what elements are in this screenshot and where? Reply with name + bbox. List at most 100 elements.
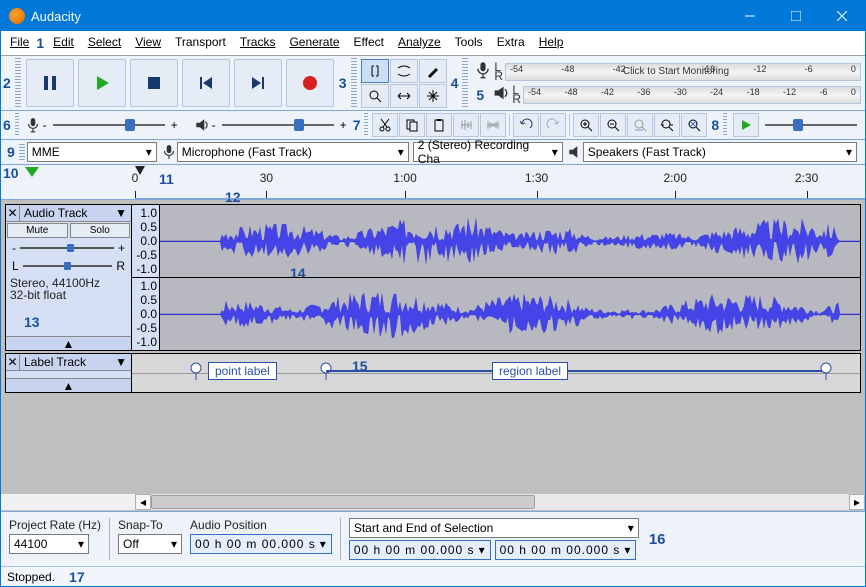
recording-meter[interactable]: -54 -48 -42 -18 -12 -6 0 Click to Start …: [505, 63, 861, 81]
toolbar-grip[interactable]: [723, 113, 727, 137]
zoom-tool[interactable]: [361, 84, 389, 108]
menu-transport[interactable]: Transport: [168, 33, 233, 53]
undo-button[interactable]: [513, 113, 539, 137]
menu-tools[interactable]: Tools: [448, 33, 490, 53]
trim-button[interactable]: [453, 113, 479, 137]
playback-speed-slider[interactable]: [761, 116, 861, 134]
draw-tool[interactable]: [419, 59, 447, 83]
pan-slider[interactable]: [21, 261, 115, 271]
track-close-button[interactable]: ✕: [6, 205, 20, 221]
zoom-out-button[interactable]: [600, 113, 626, 137]
menu-generate[interactable]: Generate: [282, 33, 346, 53]
zoom-selection-button[interactable]: [627, 113, 653, 137]
menu-effect[interactable]: Effect: [347, 33, 391, 53]
record-button[interactable]: [286, 59, 334, 107]
zoom-in-button[interactable]: [573, 113, 599, 137]
menu-tracks[interactable]: Tracks: [233, 33, 283, 53]
audio-position-label: Audio Position: [190, 518, 332, 532]
vertical-scale[interactable]: 1.0 0.5 0.0 -0.5 -1.0: [132, 205, 160, 277]
menu-help[interactable]: Help: [532, 33, 571, 53]
mute-button[interactable]: Mute: [7, 223, 68, 238]
snap-to-combo[interactable]: Off▾: [118, 534, 182, 554]
meter-r-label: R: [494, 72, 503, 81]
pause-button[interactable]: [26, 59, 74, 107]
scrollbar-thumb[interactable]: [151, 495, 535, 509]
recording-channels-combo[interactable]: 2 (Stereo) Recording Cha▾: [413, 142, 563, 162]
selection-mode-combo[interactable]: Start and End of Selection▾: [349, 518, 639, 538]
menu-analyze[interactable]: Analyze: [391, 33, 448, 53]
play-at-speed-toolbar: [729, 111, 865, 139]
recording-device-combo[interactable]: Microphone (Fast Track)▾: [177, 142, 409, 162]
track-menu-button[interactable]: Audio Track▼: [20, 205, 131, 221]
selection-start-field[interactable]: 00 h 00 m 00.000 s▾: [349, 540, 491, 560]
project-rate-combo[interactable]: 44100▾: [9, 534, 89, 554]
audio-track: ✕ Audio Track▼ Mute Solo -+ LR Stereo, 4…: [5, 204, 861, 351]
selection-tool[interactable]: [361, 59, 389, 83]
annotation-9: 9: [5, 144, 17, 160]
redo-button[interactable]: [540, 113, 566, 137]
region-label[interactable]: region label: [492, 362, 568, 380]
point-label[interactable]: point label: [208, 362, 277, 380]
pinned-play-head-icon[interactable]: [25, 167, 39, 177]
scroll-left-button[interactable]: ◂: [135, 494, 151, 510]
menu-edit[interactable]: Edit: [46, 33, 81, 53]
cut-button[interactable]: [372, 113, 398, 137]
annotation-1: 1: [36, 33, 46, 53]
maximize-button[interactable]: [773, 1, 819, 31]
play-button[interactable]: [78, 59, 126, 107]
skip-end-button[interactable]: [234, 59, 282, 107]
stop-button[interactable]: [130, 59, 178, 107]
selection-end-field[interactable]: 00 h 00 m 00.000 s▾: [495, 540, 637, 560]
label-track-body[interactable]: point label 15 region label: [132, 354, 860, 392]
timeshift-tool[interactable]: [390, 84, 418, 108]
track-close-button[interactable]: ✕: [6, 354, 20, 370]
multi-tool[interactable]: [419, 84, 447, 108]
solo-button[interactable]: Solo: [70, 223, 131, 238]
minus-label: -: [43, 118, 47, 132]
track-format-label: Stereo, 44100Hz32-bit float: [6, 275, 131, 303]
silence-button[interactable]: [480, 113, 506, 137]
meter-toolbar: LR -54 -48 -42 -18 -12 -6 0 Click to Sta…: [470, 59, 865, 108]
track-control-panel: ✕ Audio Track▼ Mute Solo -+ LR Stereo, 4…: [6, 205, 132, 350]
playback-volume-slider[interactable]: [218, 116, 338, 134]
annotation-13: 13: [24, 314, 40, 330]
copy-button[interactable]: [399, 113, 425, 137]
label-handle-icon[interactable]: [190, 362, 202, 380]
fit-project-button[interactable]: [654, 113, 680, 137]
menu-select[interactable]: Select: [81, 33, 128, 53]
close-button[interactable]: [819, 1, 865, 31]
timeline-ruler[interactable]: 11 12 0301:001:302:002:30: [135, 165, 865, 199]
envelope-tool[interactable]: [390, 59, 418, 83]
transport-toolbar: [23, 56, 337, 110]
toolbar-grip[interactable]: [351, 58, 357, 108]
toolbar-grip[interactable]: [15, 58, 21, 108]
annotation-2: 2: [1, 75, 13, 91]
horizontal-scrollbar[interactable]: ◂ ▸: [1, 493, 865, 511]
toolbar-grip[interactable]: [19, 144, 25, 160]
playback-device-combo[interactable]: Speakers (Fast Track)▾: [583, 142, 857, 162]
menu-view[interactable]: View: [128, 33, 168, 53]
track-collapse-button[interactable]: ▲: [6, 378, 131, 392]
menu-extra[interactable]: Extra: [490, 33, 532, 53]
label-handle-icon[interactable]: [820, 362, 832, 380]
skip-start-button[interactable]: [182, 59, 230, 107]
waveform-right[interactable]: [160, 278, 860, 350]
minimize-button[interactable]: [727, 1, 773, 31]
menu-file[interactable]: File: [3, 33, 36, 53]
gain-slider[interactable]: [18, 243, 116, 253]
paste-button[interactable]: [426, 113, 452, 137]
scroll-right-button[interactable]: ▸: [849, 494, 865, 510]
track-menu-button[interactable]: Label Track▼: [20, 354, 131, 370]
vertical-scale[interactable]: 1.0 0.5 0.0 -0.5 -1.0: [132, 278, 160, 350]
playback-meter[interactable]: -54 -48 -42 -36 -30 -24 -18 -12 -6 0: [523, 86, 861, 104]
audio-position-field[interactable]: 00 h 00 m 00.000 s▾: [190, 534, 332, 554]
toolbar-grip[interactable]: [462, 58, 468, 108]
zoom-toggle-button[interactable]: [681, 113, 707, 137]
recording-volume-slider[interactable]: [49, 116, 169, 134]
toolbar-grip[interactable]: [364, 113, 368, 137]
play-at-speed-button[interactable]: [733, 113, 759, 137]
track-collapse-button[interactable]: ▲: [6, 336, 131, 350]
toolbar-grip[interactable]: [15, 113, 19, 137]
waveform-left[interactable]: 14: [160, 205, 860, 277]
audio-host-combo[interactable]: MME▾: [27, 142, 157, 162]
